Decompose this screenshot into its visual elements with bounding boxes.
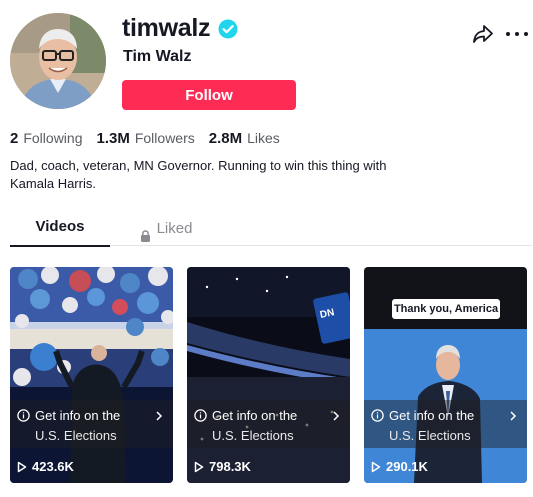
verified-icon (218, 19, 238, 39)
banner-line2: U.S. Elections (35, 428, 117, 443)
election-info-banner[interactable]: Get info on the U.S. Elections (187, 400, 350, 448)
bio-line: Dad, coach, veteran, MN Governor. Runnin… (10, 158, 387, 173)
banner-line2: U.S. Elections (212, 428, 294, 443)
following-count: 2 (10, 130, 19, 147)
chevron-right-icon (155, 410, 163, 422)
follow-button[interactable]: Follow (122, 80, 296, 110)
banner-line2: U.S. Elections (389, 428, 471, 443)
bio-line: Kamala Harris. (10, 176, 96, 191)
banner-line1: Get info on the (389, 408, 475, 423)
banner-line1: Get info on the (35, 408, 121, 423)
likes-label: Likes (247, 130, 280, 146)
avatar[interactable] (10, 13, 106, 109)
video-thumbnail (10, 267, 173, 483)
more-icon[interactable] (506, 24, 528, 44)
chevron-right-icon (509, 410, 517, 422)
view-count-value: 798.3K (209, 459, 251, 474)
view-count: 290.1K (371, 459, 428, 474)
view-count: 798.3K (194, 459, 251, 474)
play-icon (17, 461, 27, 473)
info-icon (17, 409, 30, 422)
more-dot (506, 32, 510, 36)
video-caption-text: Thank you, America (393, 303, 499, 315)
election-info-banner[interactable]: Get info on the U.S. Elections (364, 400, 527, 448)
view-count-value: 423.6K (32, 459, 74, 474)
followers-stat[interactable]: 1.3M Followers (96, 130, 194, 147)
play-icon (371, 461, 381, 473)
tab-liked[interactable]: Liked (126, 212, 206, 246)
profile-stats: 2 Following 1.3M Followers 2.8M Likes (10, 130, 280, 147)
more-dot (515, 32, 519, 36)
video-caption: Thank you, America (392, 299, 500, 319)
info-icon (194, 409, 207, 422)
profile-tabs: Videos Liked (10, 212, 532, 247)
chevron-right-icon (332, 410, 340, 422)
lock-icon (140, 223, 151, 242)
share-icon[interactable] (472, 24, 494, 44)
banner-line1: Get info on the (212, 408, 298, 423)
video-card[interactable]: Thank you, America Get info on the U.S. … (364, 267, 527, 483)
tab-videos[interactable]: Videos (10, 212, 110, 247)
likes-count: 2.8M (208, 130, 243, 147)
followers-label: Followers (134, 130, 195, 146)
following-stat[interactable]: 2 Following (10, 130, 82, 147)
profile-bio: Dad, coach, veteran, MN Governor. Runnin… (10, 157, 430, 193)
election-info-banner[interactable]: Get info on the U.S. Elections (10, 400, 173, 448)
followers-count: 1.3M (96, 130, 130, 147)
video-thumbnail: DN (187, 267, 350, 483)
info-icon (371, 409, 384, 422)
more-dot (524, 32, 528, 36)
username: timwalz (122, 14, 211, 42)
likes-stat: 2.8M Likes (209, 130, 280, 147)
username-row: timwalz (122, 14, 238, 43)
video-card[interactable]: DN Get info on the U.S. Elections 798.3K (187, 267, 350, 483)
video-card[interactable]: Get info on the U.S. Elections 423.6K (10, 267, 173, 483)
display-name: Tim Walz (123, 48, 192, 65)
following-label: Following (23, 130, 83, 146)
view-count-value: 290.1K (386, 459, 428, 474)
tab-liked-label: Liked (156, 220, 193, 237)
play-icon (194, 461, 204, 473)
view-count: 423.6K (17, 459, 74, 474)
